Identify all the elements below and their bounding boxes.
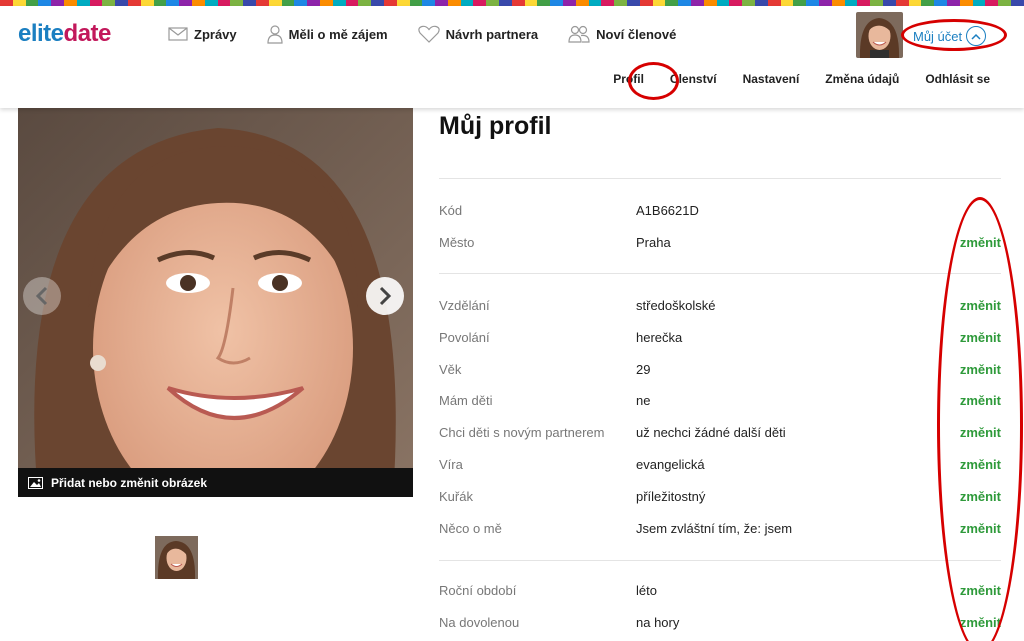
profile-row-value: A1B6621D bbox=[636, 203, 699, 218]
subnav-membership[interactable]: Členství bbox=[670, 72, 717, 86]
profile-row: Vzdělání středoškolské změnit bbox=[439, 298, 1001, 318]
profile-row-value: ne bbox=[636, 393, 651, 409]
profile-row: Kuřák příležitostný změnit bbox=[439, 489, 1001, 509]
nav-interested-label: Měli o mě zájem bbox=[288, 26, 388, 42]
change-link[interactable]: změnit bbox=[960, 235, 1001, 250]
profile-row-value: už nechci žádné další děti bbox=[636, 425, 786, 441]
profile-row: Věk 29 změnit bbox=[439, 362, 1001, 382]
profile-row: Víra evangelická změnit bbox=[439, 457, 1001, 477]
change-link[interactable]: změnit bbox=[960, 362, 1001, 377]
change-link[interactable]: změnit bbox=[960, 330, 1001, 345]
nav-partner-suggestion[interactable]: Návrh partnera bbox=[417, 24, 539, 44]
profile-row-label: Něco o mě bbox=[439, 520, 502, 536]
chevron-left-icon bbox=[35, 286, 48, 306]
profile-row: Kód A1B6621D bbox=[439, 203, 1001, 223]
change-link[interactable]: změnit bbox=[960, 298, 1001, 313]
nav-new-members[interactable]: Noví členové bbox=[568, 24, 676, 44]
chevron-up-icon bbox=[966, 26, 987, 46]
photo-next-button[interactable] bbox=[366, 277, 404, 315]
profile-row-label: Vzdělání bbox=[439, 298, 490, 313]
heart-icon bbox=[417, 25, 440, 43]
profile-row-value: středoškolské bbox=[636, 298, 716, 313]
nav-new-members-label: Noví členové bbox=[596, 26, 677, 42]
profile-row-value: 29 bbox=[636, 361, 651, 377]
people-icon bbox=[568, 25, 590, 43]
profile-row-label: Věk bbox=[439, 361, 462, 377]
profile-row-value: evangelická bbox=[636, 457, 705, 472]
profile-row-label: Povolání bbox=[439, 329, 490, 345]
subnav-profile[interactable]: Profil bbox=[613, 72, 644, 86]
change-link[interactable]: změnit bbox=[960, 393, 1001, 408]
nav-messages[interactable]: Zprávy bbox=[168, 24, 237, 44]
my-account-label: Můj účet bbox=[913, 28, 963, 44]
profile-row-label: Chci děti s novým partnerem bbox=[439, 425, 605, 441]
image-icon bbox=[28, 476, 43, 489]
change-link[interactable]: změnit bbox=[960, 583, 1001, 598]
profile-row: Město Praha změnit bbox=[439, 235, 1001, 255]
profile-row-value: léto bbox=[636, 583, 657, 598]
change-link[interactable]: změnit bbox=[960, 615, 1001, 630]
chevron-right-icon bbox=[379, 286, 392, 306]
change-link[interactable]: změnit bbox=[960, 521, 1001, 536]
logo-part-elite: elite bbox=[18, 20, 64, 47]
site-logo[interactable]: elitedate bbox=[18, 20, 111, 48]
person-icon bbox=[267, 25, 283, 44]
profile-photo-image bbox=[18, 108, 413, 497]
logo-part-date: date bbox=[63, 20, 112, 47]
divider bbox=[439, 178, 1001, 179]
profile-row: Na dovolenou na hory změnit bbox=[439, 615, 1001, 635]
profile-row-label: Město bbox=[439, 235, 475, 250]
change-link[interactable]: změnit bbox=[960, 489, 1001, 504]
profile-row-label: Mám děti bbox=[439, 393, 493, 409]
my-account-menu[interactable]: Můj účet bbox=[913, 26, 987, 46]
change-link[interactable]: změnit bbox=[960, 425, 1001, 440]
divider bbox=[439, 273, 1001, 274]
main-nav: Zprávy Měli o mě zájem Návrh partnera No… bbox=[168, 24, 706, 44]
profile-row-value: herečka bbox=[636, 329, 683, 345]
profile-row: Povolání herečka změnit bbox=[439, 330, 1001, 350]
page-title: Můj profil bbox=[439, 112, 552, 140]
profile-row: Něco o mě Jsem zvláštní tím, že: jsem změn… bbox=[439, 521, 1001, 541]
profile-photo: Přidat nebo změnit obrázek bbox=[18, 108, 413, 497]
change-link[interactable]: změnit bbox=[960, 457, 1001, 472]
profile-row-value: Praha bbox=[636, 235, 671, 250]
profile-row-label: Kód bbox=[439, 203, 463, 218]
profile-row: Roční období léto změnit bbox=[439, 583, 1001, 603]
profile-row-label: Na dovolenou bbox=[439, 615, 520, 630]
subnav-change-details[interactable]: Změna údajů bbox=[825, 72, 899, 86]
photo-prev-button[interactable] bbox=[23, 277, 61, 315]
profile-row-value: na hory bbox=[636, 615, 680, 630]
photo-thumbnail[interactable] bbox=[155, 536, 198, 579]
profile-row: Chci děti s novým partnerem už nechci žád… bbox=[439, 425, 1001, 445]
photo-caption-label: Přidat nebo změnit obrázek bbox=[51, 475, 208, 490]
profile-row-value: příležitostný bbox=[636, 488, 706, 504]
profile-row-label: Roční období bbox=[439, 583, 517, 598]
divider bbox=[439, 560, 1001, 561]
account-subnav: Profil Členství Nastavení Změna údajů Od… bbox=[613, 72, 990, 86]
nav-partner-suggestion-label: Návrh partnera bbox=[445, 26, 539, 42]
subnav-logout[interactable]: Odhlásit se bbox=[925, 72, 990, 86]
nav-messages-label: Zprávy bbox=[194, 26, 237, 42]
profile-row: Mám děti ne změnit bbox=[439, 393, 1001, 413]
envelope-icon bbox=[168, 27, 188, 41]
profile-row-label: Víra bbox=[439, 457, 463, 472]
avatar[interactable] bbox=[856, 12, 903, 58]
profile-row-label: Kuřák bbox=[439, 488, 473, 504]
nav-interested[interactable]: Měli o mě zájem bbox=[267, 24, 388, 44]
subnav-settings[interactable]: Nastavení bbox=[743, 72, 800, 86]
site-header: elitedate Zprávy Měli o mě zájem Návrh p… bbox=[0, 6, 1024, 108]
photo-caption-bar[interactable]: Přidat nebo změnit obrázek bbox=[18, 468, 413, 497]
annotation-ellipse-change-column bbox=[937, 197, 1023, 641]
profile-row-value: Jsem zvláštní tím, že: jsem bbox=[636, 520, 793, 536]
